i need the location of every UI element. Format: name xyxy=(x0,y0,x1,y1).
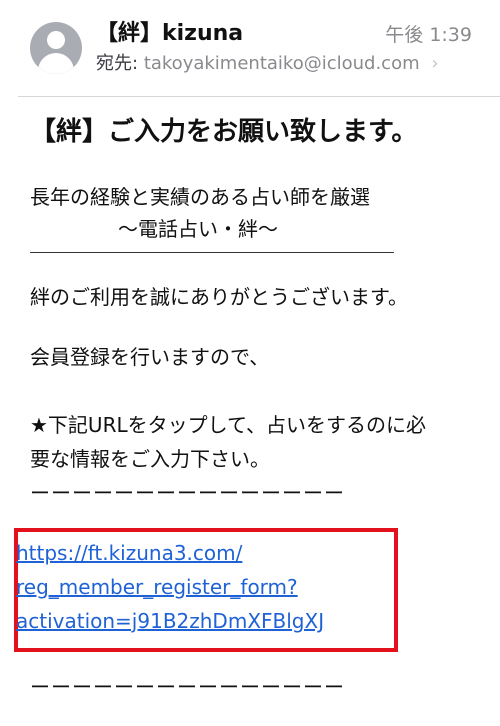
recipient-row[interactable]: 宛先: takoyakimentaiko@icloud.com › xyxy=(96,52,439,76)
body-line-1: 長年の経験と実績のある占い師を厳選 xyxy=(30,185,370,209)
email-timestamp: 午後 1:39 xyxy=(385,24,472,46)
body-line-5: ★下記URLをタップして、占いをするのに必 xyxy=(30,413,427,437)
registration-link-line-2[interactable]: reg_member_register_form? xyxy=(16,572,298,602)
body-line-4: 会員登録を行いますので、 xyxy=(30,345,270,369)
registration-link-line-1[interactable]: https://ft.kizuna3.com/ xyxy=(16,538,242,568)
avatar-body xyxy=(38,53,74,74)
email-subject: 【絆】ご入力をお願い致します。 xyxy=(30,117,418,147)
avatar-icon[interactable] xyxy=(30,22,82,74)
recipient-address[interactable]: takoyakimentaiko@icloud.com xyxy=(144,53,420,74)
body-divider-top: ーーーーーーーーーーーーーーー xyxy=(30,481,345,505)
avatar-head xyxy=(47,31,65,49)
sender-name[interactable]: 【絆】kizuna xyxy=(96,20,243,48)
email-header: 【絆】kizuna 午後 1:39 宛先: takoyakimentaiko@i… xyxy=(0,0,500,98)
body-rule xyxy=(30,252,394,253)
header-divider xyxy=(18,96,500,97)
body-line-3: 絆のご利用を誠にありがとうございます。 xyxy=(30,285,408,309)
recipient-label: 宛先: xyxy=(96,53,139,74)
body-divider-bottom: ーーーーーーーーーーーーーーー xyxy=(30,675,345,699)
chevron-right-icon[interactable]: › xyxy=(431,52,438,76)
registration-link-line-3[interactable]: activation=j91B2zhDmXFBlgXJ xyxy=(16,606,324,636)
body-line-2: 〜電話占い・絆〜 xyxy=(118,217,278,241)
body-line-6: 要な情報をご入力下さい。 xyxy=(30,447,270,471)
